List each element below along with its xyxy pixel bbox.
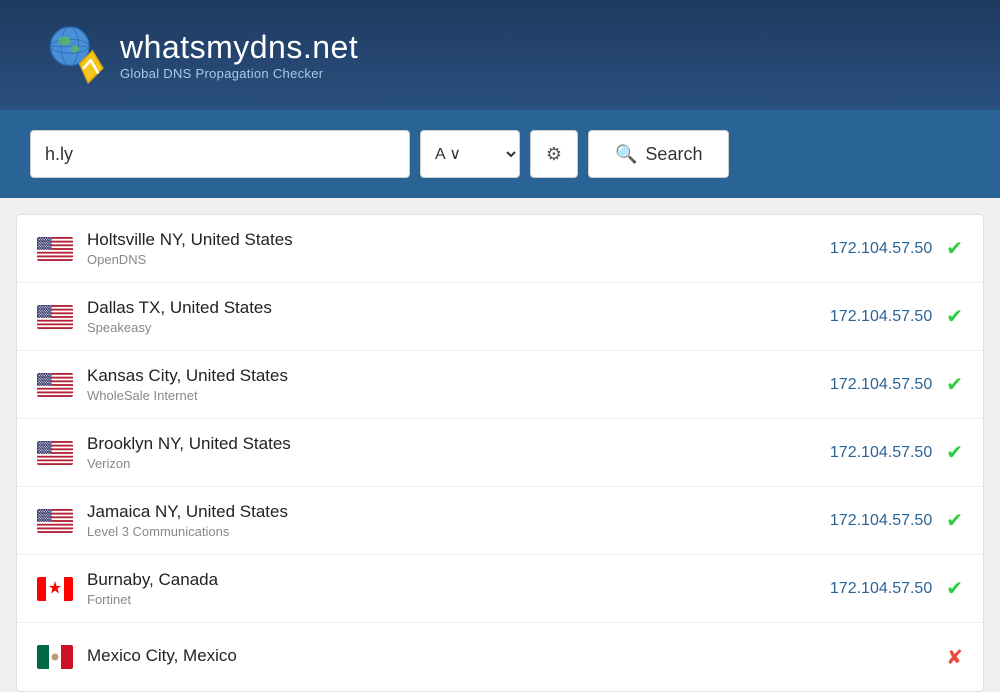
table-row: Dallas TX, United States Speakeasy172.104… [17, 283, 983, 351]
site-logo-icon [40, 20, 110, 90]
provider-name: Level 3 Communications [87, 524, 830, 539]
dns-type-select[interactable]: A ∨ AAAA CNAME MX NS PTR SOA SRV TXT [420, 130, 520, 178]
table-row: Kansas City, United States WholeSale Inte… [17, 351, 983, 419]
gear-icon: ⚙ [546, 144, 562, 165]
city-name: Dallas TX, United States [87, 298, 830, 318]
site-tagline: Global DNS Propagation Checker [120, 66, 358, 81]
city-name: Mexico City, Mexico [87, 646, 932, 666]
table-row: Burnaby, Canada Fortinet172.104.57.50 ✔ [17, 555, 983, 623]
check-icon: ✔ [946, 372, 963, 397]
location-info: Brooklyn NY, United States Verizon [87, 434, 830, 471]
table-row: Brooklyn NY, United States Verizon172.104… [17, 419, 983, 487]
result-ip: 172.104.57.50 [830, 512, 932, 530]
location-info: Kansas City, United States WholeSale Inte… [87, 366, 830, 403]
check-icon: ✔ [946, 508, 963, 533]
settings-button[interactable]: ⚙ [530, 130, 578, 178]
country-flag [37, 441, 73, 465]
provider-name: WholeSale Internet [87, 388, 830, 403]
location-info: Dallas TX, United States Speakeasy [87, 298, 830, 335]
result-ip: 172.104.57.50 [830, 580, 932, 598]
country-flag [37, 305, 73, 329]
provider-name: Speakeasy [87, 320, 830, 335]
country-flag [37, 237, 73, 261]
country-flag [37, 509, 73, 533]
check-icon: ✔ [946, 576, 963, 601]
city-name: Holtsville NY, United States [87, 230, 830, 250]
country-flag [37, 645, 73, 669]
location-info: Jamaica NY, United States Level 3 Communi… [87, 502, 830, 539]
search-input[interactable] [30, 130, 410, 178]
provider-name: OpenDNS [87, 252, 830, 267]
search-section: A ∨ AAAA CNAME MX NS PTR SOA SRV TXT ⚙ 🔍… [0, 110, 1000, 198]
logo-container: whatsmydns.net Global DNS Propagation Ch… [40, 20, 358, 90]
site-header: whatsmydns.net Global DNS Propagation Ch… [0, 0, 1000, 110]
table-row: Jamaica NY, United States Level 3 Communi… [17, 487, 983, 555]
site-name: whatsmydns.net [120, 29, 358, 66]
result-ip: 172.104.57.50 [830, 240, 932, 258]
check-icon: ✔ [946, 304, 963, 329]
table-row: Mexico City, Mexico ✘ [17, 623, 983, 691]
location-info: Mexico City, Mexico [87, 646, 932, 668]
search-icon: 🔍 [615, 144, 637, 165]
check-icon: ✔ [946, 236, 963, 261]
city-name: Burnaby, Canada [87, 570, 830, 590]
city-name: Kansas City, United States [87, 366, 830, 386]
country-flag [37, 373, 73, 397]
city-name: Brooklyn NY, United States [87, 434, 830, 454]
location-info: Holtsville NY, United States OpenDNS [87, 230, 830, 267]
result-ip: 172.104.57.50 [830, 376, 932, 394]
error-icon: ✘ [946, 645, 963, 670]
result-ip: 172.104.57.50 [830, 444, 932, 462]
check-icon: ✔ [946, 440, 963, 465]
results-container: Holtsville NY, United StatesOpenDNS172.1… [16, 214, 984, 692]
provider-name: Fortinet [87, 592, 830, 607]
logo-text: whatsmydns.net Global DNS Propagation Ch… [120, 29, 358, 81]
search-button-label: Search [645, 144, 702, 165]
city-name: Jamaica NY, United States [87, 502, 830, 522]
provider-name: Verizon [87, 456, 830, 471]
country-flag [37, 577, 73, 601]
search-button[interactable]: 🔍 Search [588, 130, 729, 178]
table-row: Holtsville NY, United States OpenDNS172.1… [17, 215, 983, 283]
location-info: Burnaby, Canada Fortinet [87, 570, 830, 607]
result-ip: 172.104.57.50 [830, 308, 932, 326]
